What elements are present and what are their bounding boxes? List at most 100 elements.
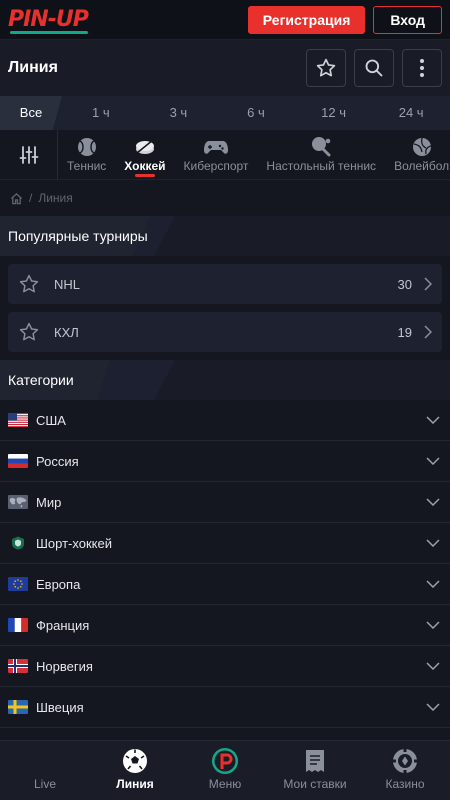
bottom-navigation: Live Линия Меню Мои ставки Казино (0, 740, 450, 800)
login-button[interactable]: Вход (373, 5, 442, 34)
sliders-icon (19, 145, 38, 164)
world-map-icon (8, 495, 28, 509)
search-icon (365, 59, 383, 77)
categories-header: Категории (0, 360, 450, 400)
sport-label: Волейбол (394, 158, 450, 173)
nav-my-bets[interactable]: Мои ставки (270, 741, 360, 800)
nav-label: Live (33, 777, 56, 791)
tournament-count: 19 (397, 324, 412, 340)
nav-line[interactable]: Линия (90, 741, 180, 800)
search-button[interactable] (354, 49, 394, 87)
category-name: Норвегия (36, 658, 93, 674)
france-flag-icon (8, 618, 28, 632)
hockey-puck-icon (135, 138, 154, 154)
sport-volleyball[interactable]: Волейбол (385, 130, 450, 180)
gamepad-icon (203, 140, 228, 154)
tournament-item-nhl[interactable]: NHL 30 (8, 264, 442, 304)
section-title: Популярные турниры (8, 228, 148, 244)
sweden-flag-icon (8, 700, 28, 714)
sport-label: Киберспорт (183, 158, 249, 173)
time-tab-12h[interactable]: 12 ч (295, 96, 373, 130)
soccer-ball-icon (123, 749, 147, 773)
breadcrumb-current: Линия (38, 191, 73, 205)
chevron-down-icon (426, 580, 440, 588)
tournament-name: NHL (54, 276, 81, 292)
sport-label: Настольный теннис (266, 158, 377, 173)
category-name: Россия (36, 453, 79, 469)
sport-table-tennis[interactable]: Настольный теннис (257, 130, 385, 180)
category-name: Швеция (36, 699, 84, 715)
casino-chip-icon (392, 748, 418, 774)
home-icon[interactable] (10, 192, 23, 205)
nav-label: Меню (208, 777, 242, 791)
usa-flag-icon (8, 413, 28, 427)
tournament-name: КХЛ (54, 324, 79, 340)
sport-label: Хоккей (124, 158, 166, 173)
sport-esports[interactable]: Киберспорт (175, 130, 258, 180)
star-icon[interactable] (18, 273, 40, 295)
chevron-down-icon (426, 662, 440, 670)
shield-icon (8, 536, 28, 550)
ping-pong-icon (312, 136, 331, 156)
norway-flag-icon (8, 659, 28, 673)
tournament-item-khl[interactable]: КХЛ 19 (8, 312, 442, 352)
filter-button[interactable] (0, 129, 58, 180)
pinup-logo-icon (212, 748, 238, 774)
sport-label: Теннис (67, 158, 107, 173)
category-name: Мир (36, 494, 62, 510)
nav-label: Казино (385, 777, 425, 791)
eu-flag-icon (8, 577, 28, 591)
chevron-down-icon (426, 457, 440, 465)
nav-casino[interactable]: Казино (360, 741, 450, 800)
categories-list: США Россия Мир Шорт-хоккей Европа Франци… (0, 400, 450, 728)
favorites-button[interactable] (306, 49, 346, 87)
category-item-europe[interactable]: Европа (0, 564, 450, 605)
time-tab-1h[interactable]: 1 ч (62, 96, 140, 130)
top-bar: PIN-UP Регистрация Вход (0, 0, 450, 40)
category-item-short-hockey[interactable]: Шорт-хоккей (0, 523, 450, 564)
more-button[interactable] (402, 49, 442, 87)
receipt-icon (306, 750, 324, 772)
section-title: Категории (8, 372, 74, 388)
category-item-russia[interactable]: Россия (0, 441, 450, 482)
category-item-france[interactable]: Франция (0, 605, 450, 646)
time-tab-6h[interactable]: 6 ч (217, 96, 295, 130)
chevron-down-icon (426, 621, 440, 629)
chevron-down-icon (426, 416, 440, 424)
title-bar: Линия (0, 40, 450, 96)
sport-hockey[interactable]: Хоккей (115, 130, 174, 180)
popular-tournaments-list: NHL 30 КХЛ 19 (0, 264, 450, 360)
time-tab-24h[interactable]: 24 ч (372, 96, 450, 130)
page-title: Линия (8, 59, 58, 76)
chevron-right-icon (424, 277, 432, 291)
sport-tennis[interactable]: Теннис (58, 130, 115, 180)
nav-menu[interactable]: Меню (180, 741, 270, 800)
category-item-norway[interactable]: Норвегия (0, 646, 450, 687)
nav-label: Мои ставки (283, 777, 347, 791)
chevron-down-icon (426, 539, 440, 547)
breadcrumb-separator: / (29, 191, 33, 205)
more-vertical-icon (420, 59, 424, 77)
sports-row: Теннис Хоккей Киберспорт Настольный тенн… (0, 129, 450, 180)
register-button[interactable]: Регистрация (247, 5, 366, 34)
chevron-right-icon (424, 325, 432, 339)
category-name: Шорт-хоккей (36, 535, 112, 551)
tennis-ball-icon (77, 137, 96, 156)
category-name: Европа (36, 576, 81, 592)
star-icon[interactable] (18, 321, 40, 343)
russia-flag-icon (8, 454, 28, 468)
category-item-usa[interactable]: США (0, 400, 450, 441)
tournament-count: 30 (397, 276, 412, 292)
time-filter-tabs: Все 1 ч 3 ч 6 ч 12 ч 24 ч (0, 96, 450, 130)
pinup-logo[interactable]: PIN-UP (8, 6, 89, 34)
category-item-sweden[interactable]: Швеция (0, 687, 450, 728)
logo-text: PIN-UP (8, 6, 89, 32)
chevron-down-icon (426, 703, 440, 711)
popular-tournaments-header: Популярные турниры (0, 216, 450, 256)
nav-label: Линия (116, 777, 154, 791)
category-item-world[interactable]: Мир (0, 482, 450, 523)
volleyball-icon (412, 137, 431, 156)
nav-live[interactable]: Live (0, 741, 90, 800)
time-tab-all[interactable]: Все (0, 96, 62, 130)
time-tab-3h[interactable]: 3 ч (140, 96, 218, 130)
